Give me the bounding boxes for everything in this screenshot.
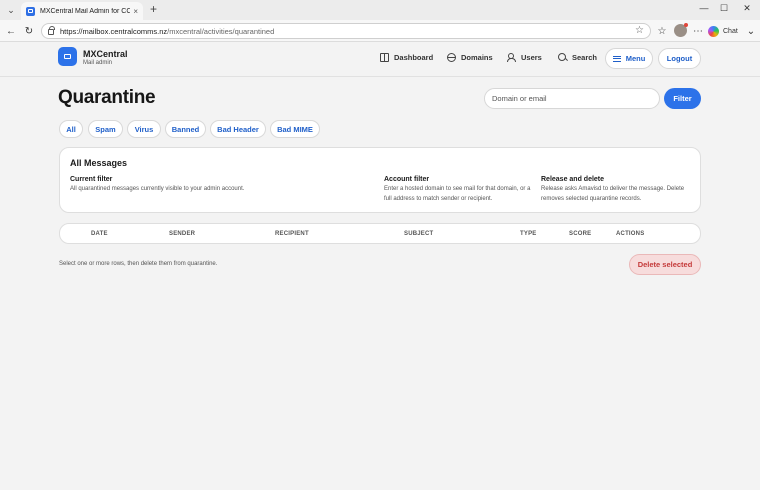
reload-icon[interactable]: ↻ xyxy=(22,24,36,38)
maximize-icon[interactable]: ☐ xyxy=(717,3,731,14)
menu-label: Menu xyxy=(625,54,646,63)
page: MXCentral Mail admin Dashboard Domains U… xyxy=(0,43,760,490)
release-delete-text: Release asks Amavisd to deliver the mess… xyxy=(541,186,685,202)
profile-avatar[interactable] xyxy=(674,23,688,37)
favorite-star-icon[interactable]: ☆ xyxy=(635,25,644,36)
release-delete-info: Release and delete Release asks Amavisd … xyxy=(541,176,686,204)
col-sender-header[interactable]: SENDER xyxy=(169,231,195,237)
chip-spam[interactable]: Spam xyxy=(88,120,123,138)
domain-filter-input[interactable] xyxy=(484,88,660,109)
brand-name[interactable]: MXCentral xyxy=(83,49,128,59)
search-icon xyxy=(558,53,567,62)
chat-button[interactable]: Chat xyxy=(708,24,738,38)
nav-users-label: Users xyxy=(521,53,542,62)
tab-title: MXCentral Mail Admin for CCL xyxy=(40,7,131,15)
brand-subtitle: Mail admin xyxy=(83,60,113,66)
menu-button[interactable]: Menu xyxy=(605,48,653,69)
close-window-icon[interactable]: ✕ xyxy=(740,3,754,14)
nav-domains[interactable]: Domains xyxy=(447,53,493,62)
copilot-logo-icon xyxy=(708,25,719,37)
col-date-header[interactable]: DATE xyxy=(91,231,108,237)
url-text: https://mailbox.centralcomms.nz/mxcentra… xyxy=(60,26,275,36)
chip-virus[interactable]: Virus xyxy=(127,120,161,138)
favorites-icon[interactable]: ☆ xyxy=(655,24,669,38)
account-filter-text: Enter a hosted domain to see mail for th… xyxy=(384,186,531,202)
more-options-icon[interactable]: ⋯ xyxy=(691,24,705,38)
new-tab-button[interactable]: + xyxy=(150,3,157,15)
users-icon xyxy=(507,53,516,62)
nav-domains-label: Domains xyxy=(461,53,493,62)
nav-users[interactable]: Users xyxy=(507,53,542,62)
tab-actions-chevron-icon[interactable]: ⌄ xyxy=(4,3,18,17)
chat-label: Chat xyxy=(723,27,738,35)
brand-logo-icon[interactable] xyxy=(58,47,77,66)
nav-dashboard-label: Dashboard xyxy=(394,53,434,62)
nav-search-label: Search xyxy=(572,53,598,62)
browser-tabstrip: ⌄ MXCentral Mail Admin for CCL × + — ☐ ✕ xyxy=(0,0,760,20)
chip-banned[interactable]: Banned xyxy=(165,120,206,138)
col-actions-header: ACTIONS xyxy=(616,231,645,237)
browser-tab[interactable]: MXCentral Mail Admin for CCL × xyxy=(21,2,143,20)
chip-all[interactable]: All xyxy=(59,120,83,138)
browser-toolbar: ← ↻ https://mailbox.centralcomms.nz/mxce… xyxy=(0,20,760,42)
nav-search[interactable]: Search xyxy=(558,53,597,62)
col-type-header[interactable]: TYPE xyxy=(520,231,536,237)
chip-bad-mime[interactable]: Bad MIME xyxy=(270,120,320,138)
site-header: MXCentral Mail admin Dashboard Domains U… xyxy=(0,43,760,77)
globe-icon xyxy=(447,53,456,62)
quarantine-table: DATE SENDER RECIPIENT SUBJECT TYPE SCORE… xyxy=(59,223,701,244)
address-bar[interactable]: https://mailbox.centralcomms.nz/mxcentra… xyxy=(41,23,651,39)
back-icon[interactable]: ← xyxy=(4,24,18,38)
col-subject-header[interactable]: SUBJECT xyxy=(404,231,433,237)
lock-icon xyxy=(48,26,55,35)
current-filter-text: All quarantined messages currently visib… xyxy=(70,186,245,192)
dashboard-icon xyxy=(380,53,389,62)
current-filter-info: Current filter All quarantined messages … xyxy=(70,176,330,195)
card-title: All Messages xyxy=(70,158,128,168)
account-filter-heading: Account filter xyxy=(384,176,430,183)
account-filter-info: Account filter Enter a hosted domain to … xyxy=(384,176,534,204)
current-filter-heading: Current filter xyxy=(70,176,113,183)
hamburger-icon xyxy=(612,55,621,62)
info-card: All Messages Current filter All quaranti… xyxy=(59,147,701,213)
col-score-header[interactable]: SCORE xyxy=(569,231,591,237)
minimize-icon[interactable]: — xyxy=(697,3,711,13)
tab-close-icon[interactable]: × xyxy=(133,7,138,16)
logout-button[interactable]: Logout xyxy=(658,48,701,69)
favicon-icon xyxy=(26,6,35,16)
col-recipient-header[interactable]: RECIPIENT xyxy=(275,231,309,237)
filter-button[interactable]: Filter xyxy=(664,88,701,109)
page-title: Quarantine xyxy=(58,87,156,108)
chip-bad-header[interactable]: Bad Header xyxy=(210,120,266,138)
selection-hint: Select one or more rows, then delete the… xyxy=(59,261,218,267)
release-delete-heading: Release and delete xyxy=(541,176,605,183)
expand-chevron-icon[interactable]: ⌄ xyxy=(744,24,758,38)
delete-selected-button[interactable]: Delete selected xyxy=(629,254,701,275)
nav-dashboard[interactable]: Dashboard xyxy=(380,53,433,62)
